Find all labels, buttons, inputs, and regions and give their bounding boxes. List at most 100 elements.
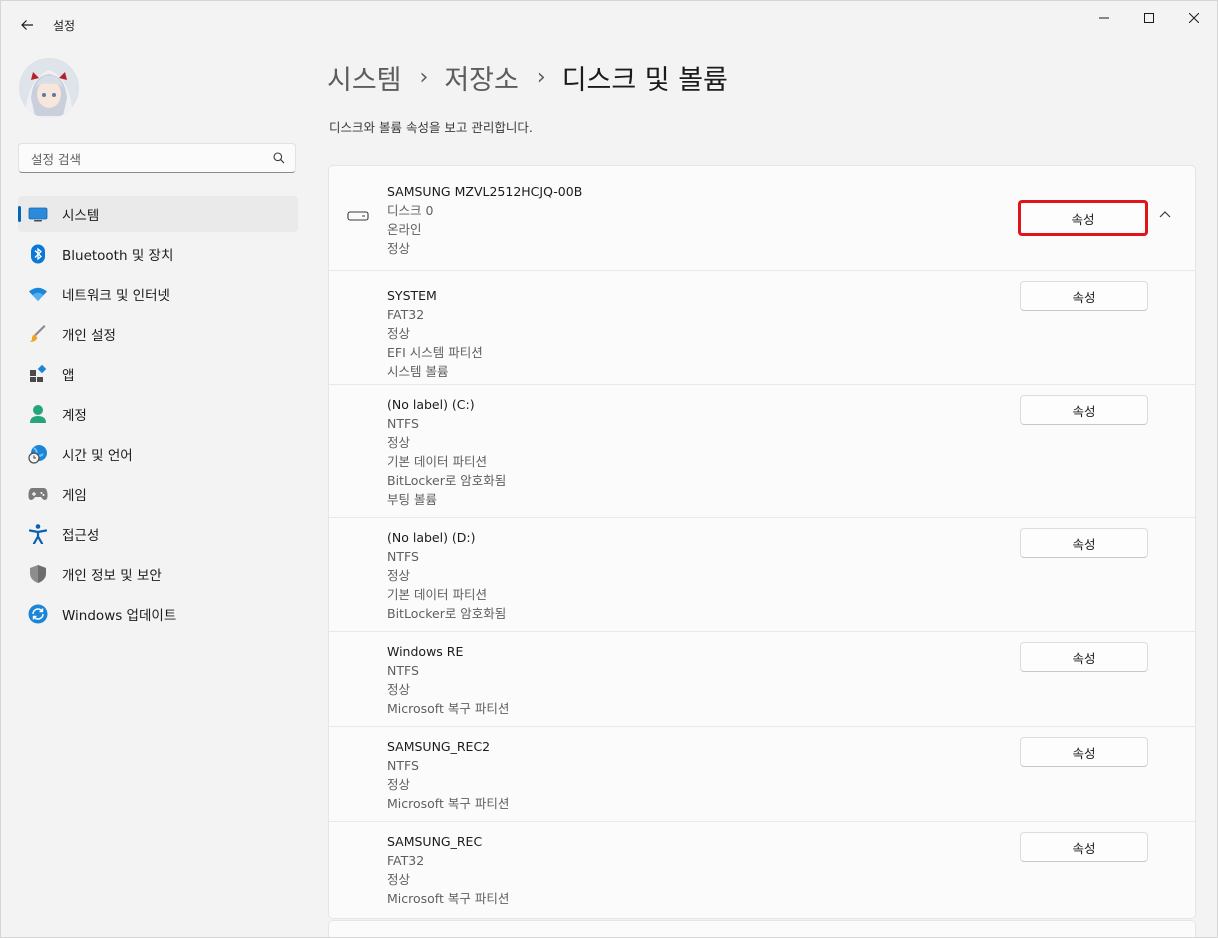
partition-properties-button[interactable]: 속성 [1020, 737, 1148, 767]
drive-icon [347, 211, 369, 221]
search-input[interactable] [29, 144, 263, 174]
system-icon [28, 204, 48, 224]
partition-status: 정상 [387, 568, 411, 583]
disk-name: SAMSUNG MZVL2512HCJQ-00B [387, 184, 583, 199]
breadcrumb-storage[interactable]: 저장소 [444, 58, 519, 97]
partition-encryption: BitLocker로 암호화됨 [387, 473, 507, 488]
disk-info: SAMSUNG MZVL2512HCJQ-00B 디스크 0 온라인 정상 [387, 182, 582, 258]
partition-properties-button[interactable]: 속성 [1020, 642, 1148, 672]
partition-properties-button[interactable]: 속성 [1020, 395, 1148, 425]
sidebar-item-label: 앱 [62, 368, 75, 384]
partition-filesystem: FAT32 [387, 307, 425, 322]
sidebar-item-label: 게임 [62, 488, 87, 504]
apps-icon [28, 364, 48, 384]
partition-filesystem: NTFS [387, 758, 419, 773]
partition-filesystem: FAT32 [387, 853, 425, 868]
back-arrow-icon [21, 20, 33, 30]
accessibility-icon [28, 524, 48, 544]
bluetooth-icon [28, 244, 48, 264]
time-language-icon [28, 444, 48, 464]
sidebar-item-label: Bluetooth 및 장치 [62, 248, 174, 264]
partition-row: (No label) (C:) NTFS 정상 기본 데이터 파티션 BitLo… [329, 385, 1195, 518]
partition-name: SAMSUNG_REC [387, 834, 483, 849]
sidebar-item-label: Windows 업데이트 [62, 608, 177, 624]
next-disk-panel [328, 920, 1196, 937]
partition-status: 정상 [387, 326, 411, 341]
disk-status: 온라인 [387, 222, 422, 237]
partition-type: 기본 데이터 파티션 [387, 454, 487, 469]
partition-properties-button[interactable]: 속성 [1020, 281, 1148, 311]
back-button[interactable] [13, 11, 41, 39]
partition-properties-button[interactable]: 속성 [1020, 528, 1148, 558]
breadcrumb: 시스템 › 저장소 › 디스크 및 볼륨 [327, 55, 728, 99]
sidebar-item-label: 개인 설정 [62, 328, 116, 344]
chevron-right-icon: › [536, 64, 546, 90]
page-title: 디스크 및 볼륨 [561, 64, 728, 96]
partition-row: Windows RE NTFS 정상 Microsoft 복구 파티션 속성 [329, 632, 1195, 727]
sidebar-item-system[interactable]: 시스템 [18, 196, 298, 232]
sidebar-item-gaming[interactable]: 게임 [18, 476, 298, 512]
sidebar-item-label: 시스템 [62, 208, 100, 224]
sidebar-item-label: 개인 정보 및 보안 [62, 568, 162, 584]
sidebar-item-accounts[interactable]: 계정 [18, 396, 298, 432]
partition-filesystem: NTFS [387, 416, 419, 431]
disk-properties-button[interactable]: 속성 [1018, 200, 1148, 236]
chevron-right-icon: › [419, 64, 429, 90]
partition-role: 부팅 볼륨 [387, 492, 437, 507]
sidebar-item-label: 접근성 [62, 528, 100, 544]
sidebar-item-apps[interactable]: 앱 [18, 356, 298, 392]
partition-type: Microsoft 복구 파티션 [387, 891, 510, 906]
disk-number: 디스크 0 [387, 203, 434, 218]
sidebar-item-network[interactable]: 네트워크 및 인터넷 [18, 276, 298, 312]
settings-window: 설정 설정 검색 시스템 Bluetooth 및 장치 네트워크 및 인터넷 개… [0, 0, 1218, 938]
chevron-up-icon[interactable] [1159, 210, 1171, 218]
partition-row: SAMSUNG_REC FAT32 정상 Microsoft 복구 파티션 속성 [329, 822, 1195, 918]
partition-row: (No label) (D:) NTFS 정상 기본 데이터 파티션 BitLo… [329, 518, 1195, 632]
partition-filesystem: NTFS [387, 549, 419, 564]
app-title: 설정 [53, 19, 76, 33]
partition-status: 정상 [387, 435, 411, 450]
avatar[interactable] [19, 58, 79, 118]
gamepad-icon [28, 484, 48, 504]
sidebar-item-privacy-security[interactable]: 개인 정보 및 보안 [18, 556, 298, 592]
maximize-icon [1144, 13, 1154, 23]
minimize-button[interactable] [1081, 1, 1127, 35]
maximize-button[interactable] [1126, 1, 1172, 35]
page-subtitle: 디스크와 볼륨 속성을 보고 관리합니다. [329, 120, 533, 135]
breadcrumb-system[interactable]: 시스템 [327, 58, 402, 97]
sidebar-item-label: 계정 [62, 408, 87, 424]
partition-properties-button[interactable]: 속성 [1020, 832, 1148, 862]
sidebar-item-bluetooth[interactable]: Bluetooth 및 장치 [18, 236, 298, 272]
partition-type: Microsoft 복구 파티션 [387, 701, 510, 716]
partition-name: SYSTEM [387, 288, 437, 303]
sidebar-item-time-language[interactable]: 시간 및 언어 [18, 436, 298, 472]
partition-name: (No label) (D:) [387, 530, 476, 545]
partition-info: (No label) (C:) NTFS 정상 기본 데이터 파티션 BitLo… [387, 395, 506, 509]
sidebar-nav: 시스템 Bluetooth 및 장치 네트워크 및 인터넷 개인 설정 앱 계정… [18, 196, 298, 636]
partition-role: 시스템 볼륨 [387, 364, 449, 379]
title-bar: 설정 [1, 1, 1217, 49]
partition-info: SYSTEM FAT32 정상 EFI 시스템 파티션 시스템 볼륨 [387, 286, 483, 381]
partition-type: Microsoft 복구 파티션 [387, 796, 510, 811]
sidebar-item-windows-update[interactable]: Windows 업데이트 [18, 596, 298, 632]
update-icon [28, 604, 48, 624]
partition-encryption: BitLocker로 암호화됨 [387, 606, 507, 621]
partition-type: 기본 데이터 파티션 [387, 587, 487, 602]
partition-type: EFI 시스템 파티션 [387, 345, 483, 360]
partition-row: SYSTEM FAT32 정상 EFI 시스템 파티션 시스템 볼륨 속성 [329, 271, 1195, 385]
brush-icon [28, 324, 48, 344]
settings-search[interactable] [18, 143, 296, 174]
partition-info: (No label) (D:) NTFS 정상 기본 데이터 파티션 BitLo… [387, 528, 506, 623]
wifi-icon [28, 284, 48, 304]
close-button[interactable] [1171, 1, 1217, 35]
shield-icon [28, 564, 48, 584]
partition-row: SAMSUNG_REC2 NTFS 정상 Microsoft 복구 파티션 속성 [329, 727, 1195, 822]
minimize-icon [1099, 17, 1109, 19]
partition-filesystem: NTFS [387, 663, 419, 678]
sidebar-item-label: 네트워크 및 인터넷 [62, 288, 170, 304]
partition-name: SAMSUNG_REC2 [387, 739, 491, 754]
user-avatar-icon [19, 58, 79, 118]
sidebar-item-personalization[interactable]: 개인 설정 [18, 316, 298, 352]
sidebar-item-accessibility[interactable]: 접근성 [18, 516, 298, 552]
partition-name: Windows RE [387, 644, 464, 659]
